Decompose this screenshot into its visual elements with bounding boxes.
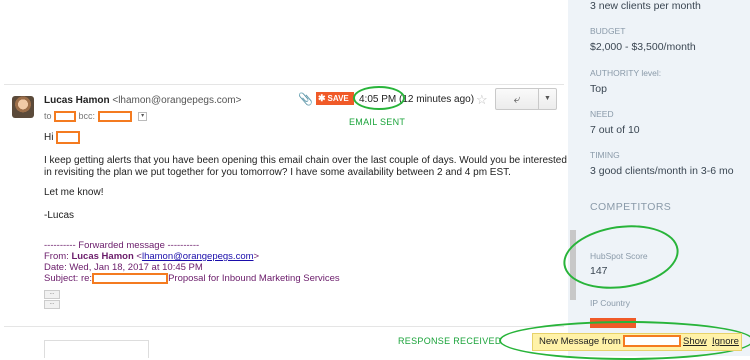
reply-box[interactable]	[44, 340, 149, 358]
to-label: to	[44, 111, 52, 121]
reply-arrow-icon: ⤶	[513, 92, 521, 106]
annotation-email-sent: EMAIL SENT	[349, 117, 406, 127]
clients-value: 3 new clients per month	[590, 0, 701, 12]
from-name: Lucas Hamon	[71, 251, 134, 262]
body-line: Let me know!	[44, 187, 104, 198]
subject-text: Proposal for Inbound Marketing Services	[168, 273, 340, 285]
avatar[interactable]	[12, 96, 34, 118]
hubspot-sprocket-icon: ✱	[318, 93, 326, 103]
redacted-name	[56, 131, 81, 144]
timing-label: TIMING	[590, 150, 620, 160]
authority-label: AUTHORITY level:	[590, 68, 662, 78]
body-line: I keep getting alerts that you have been…	[44, 155, 567, 166]
competitors-heading: COMPETITORS	[590, 201, 672, 213]
save-label: SAVE	[327, 94, 349, 103]
more-options-button[interactable]: ▼	[539, 89, 556, 109]
signature: -Lucas	[44, 210, 75, 221]
hubspot-save-button[interactable]: ✱ SAVE	[316, 92, 354, 105]
redacted-subject	[92, 273, 169, 284]
redacted-bcc	[97, 111, 132, 123]
reply-button-group: ⤶ ▼	[495, 88, 557, 110]
budget-value: $2,000 - $3,500/month	[590, 41, 696, 53]
paperclip-icon: 📎	[298, 92, 313, 106]
sender-name[interactable]: Lucas Hamon	[44, 95, 110, 106]
forwarded-from: From: Lucas Hamon <lhamon@orangepegs.com…	[44, 251, 259, 262]
budget-label: BUDGET	[590, 26, 626, 36]
star-icon[interactable]: ☆	[476, 92, 488, 108]
sender-line: Lucas Hamon <lhamon@orangepegs.com>	[44, 95, 241, 106]
forwarded-header: ---------- Forwarded message ----------	[44, 240, 200, 251]
ip-country-label: IP Country	[590, 298, 631, 308]
divider	[4, 84, 564, 85]
annotation-circle-time	[353, 86, 405, 110]
body-line: in revisiting the plan we put together f…	[44, 167, 511, 178]
show-trimmed-content-button[interactable]: ...	[44, 300, 60, 309]
email-pane: Lucas Hamon <lhamon@orangepegs.com> 📎 ✱ S…	[0, 0, 568, 358]
need-label: NEED	[590, 109, 614, 119]
authority-value: Top	[590, 83, 607, 95]
from-email-link[interactable]: lhamon@orangepegs.com	[142, 251, 254, 262]
sender-email: <lhamon@orangepegs.com>	[112, 95, 242, 106]
need-value: 7 out of 10	[590, 124, 640, 136]
new-message-notification: New Message from Show Ignore	[532, 333, 742, 351]
from-label: From:	[44, 251, 69, 262]
greeting: Hi	[44, 131, 81, 144]
forwarded-date: Date: Wed, Jan 18, 2017 at 10:45 PM	[44, 262, 203, 273]
recipients-line: to bcc: ▾	[44, 111, 148, 123]
timing-value: 3 good clients/month in 3-6 mo	[590, 165, 734, 177]
ignore-link[interactable]: Ignore	[712, 334, 739, 350]
notification-message: New Message from	[539, 334, 682, 350]
redacted-sender	[623, 335, 682, 348]
forwarded-subject: Subject: re: Proposal for Inbound Marketi…	[44, 273, 340, 284]
reply-button[interactable]: ⤶	[496, 89, 539, 109]
bcc-label: bcc:	[78, 111, 96, 121]
annotation-response-received: RESPONSE RECEIVED	[398, 336, 502, 346]
greeting-text: Hi	[44, 132, 54, 144]
from-bracket: >	[253, 251, 260, 262]
show-link[interactable]: Show	[683, 334, 707, 350]
dropdown-caret-icon: ▼	[544, 95, 551, 102]
notification-text: New Message from	[539, 336, 621, 347]
redacted-recipient	[54, 111, 77, 123]
divider	[4, 326, 564, 327]
show-trimmed-content-button[interactable]: ...	[44, 290, 60, 299]
subject-prefix: Subject: re:	[44, 273, 93, 285]
details-caret-icon[interactable]: ▾	[138, 112, 148, 122]
